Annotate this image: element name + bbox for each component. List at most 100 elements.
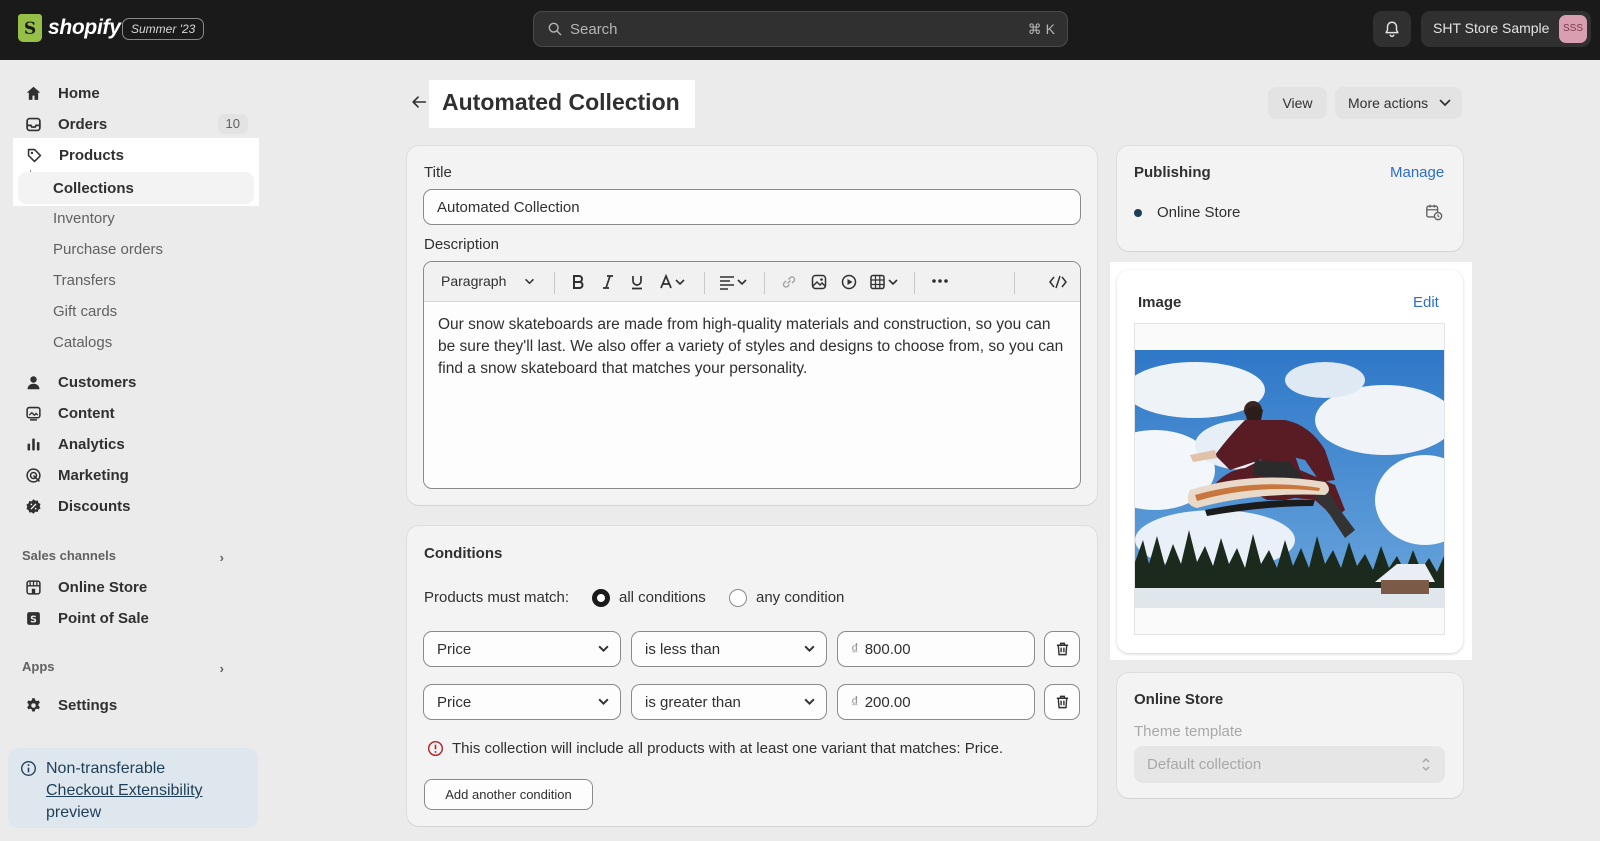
delete-condition-button[interactable] (1044, 684, 1080, 720)
avatar: SSS (1559, 15, 1587, 43)
trash-icon (1056, 642, 1068, 656)
sidebar-item-label: Marketing (58, 466, 129, 484)
trash-icon (1056, 695, 1068, 709)
more-options-icon[interactable] (931, 278, 949, 284)
search-bar[interactable]: Search ⌘ K (533, 11, 1068, 47)
add-condition-button[interactable]: Add another condition (424, 779, 593, 810)
sidebar-item-home[interactable]: Home (12, 78, 258, 108)
sidebar-item-label: Catalogs (53, 333, 113, 351)
edit-image-link[interactable]: Edit (1413, 294, 1439, 311)
sidebar-item-gift-cards[interactable]: Gift cards (12, 296, 258, 326)
alert-circle-icon (427, 740, 444, 757)
checkout-extensibility-link[interactable]: Checkout Extensibility (46, 782, 203, 799)
paragraph-format-dropdown[interactable]: Paragraph (441, 273, 541, 289)
search-shortcut: ⌘ K (1027, 21, 1055, 37)
store-switcher[interactable]: SHT Store Sample SSS (1421, 11, 1591, 47)
manage-link[interactable]: Manage (1390, 164, 1444, 181)
shopify-logo[interactable]: S shopify (18, 14, 121, 42)
sales-channels-heading[interactable]: Sales channels › (22, 548, 248, 565)
home-icon (24, 84, 42, 102)
description-text[interactable]: Our snow skateboards are made from high-… (438, 314, 1070, 380)
match-label: Products must match: (424, 589, 570, 606)
condition-value-input[interactable]: ₫ 800.00 (837, 631, 1035, 667)
currency-symbol: ₫ (851, 640, 859, 658)
chevron-down-icon (598, 698, 609, 706)
sidebar-item-products[interactable]: Products (13, 140, 259, 170)
condition-operator-select[interactable]: is greater than (631, 684, 827, 720)
tag-icon (25, 146, 43, 164)
description-editor[interactable]: Paragraph Our snow skateboards are made … (423, 261, 1081, 489)
gear-icon (24, 696, 42, 714)
section-heading-label: Sales channels (22, 548, 116, 563)
link-icon[interactable] (781, 274, 797, 290)
sidebar-item-collections[interactable]: Collections (18, 172, 254, 204)
shopping-bag-icon: S (18, 14, 42, 42)
image-insert-icon[interactable] (811, 274, 827, 290)
banner-text: Non-transferable (46, 760, 166, 777)
condition-value-input[interactable]: ₫ 200.00 (837, 684, 1035, 720)
title-label: Title (424, 164, 452, 181)
logo-text: shopify (48, 16, 121, 39)
select-arrows-icon (1422, 757, 1430, 772)
bar-chart-icon (24, 435, 42, 453)
chevron-down-icon (804, 645, 815, 653)
checkout-extensibility-banner: Non-transferable Checkout Extensibility … (8, 748, 258, 828)
image-title: Image (1138, 294, 1182, 311)
collection-image[interactable] (1135, 350, 1444, 608)
sidebar-item-inventory[interactable]: Inventory (12, 203, 258, 233)
underline-icon[interactable] (629, 274, 645, 290)
back-arrow-icon[interactable] (410, 93, 428, 111)
all-conditions-radio[interactable] (592, 589, 610, 607)
apps-heading[interactable]: Apps › (22, 659, 248, 676)
delete-condition-button[interactable] (1044, 631, 1080, 667)
code-view-icon[interactable] (1049, 274, 1067, 290)
section-heading-label: Apps (22, 659, 55, 674)
sidebar-item-analytics[interactable]: Analytics (12, 429, 258, 459)
editor-toolbar: Paragraph (424, 262, 1080, 302)
video-play-icon[interactable] (841, 274, 857, 290)
condition-field-select[interactable]: Price (423, 631, 621, 667)
sidebar-item-customers[interactable]: Customers (12, 367, 258, 397)
condition-operator-value: is greater than (645, 693, 741, 711)
sidebar-item-marketing[interactable]: Marketing (12, 460, 258, 490)
align-icon[interactable] (719, 274, 749, 290)
sidebar-item-label: Gift cards (53, 302, 118, 320)
more-actions-button[interactable]: More actions (1335, 87, 1462, 119)
theme-template-select[interactable]: Default collection (1134, 746, 1445, 783)
text-color-icon[interactable] (659, 274, 687, 290)
sidebar-item-catalogs[interactable]: Catalogs (12, 327, 258, 357)
title-input[interactable]: Automated Collection (423, 189, 1081, 225)
sidebar-item-label: Customers (58, 373, 137, 391)
theme-template-value: Default collection (1147, 756, 1262, 773)
sidebar-item-online-store[interactable]: Online Store (12, 572, 258, 602)
schedule-calendar-icon[interactable] (1425, 203, 1443, 221)
top-bar: S shopify Summer '23 Search ⌘ K SHT Stor… (0, 0, 1600, 60)
sidebar-item-point-of-sale[interactable]: S Point of Sale (12, 603, 258, 633)
view-button[interactable]: View (1268, 87, 1327, 119)
sidebar-item-settings[interactable]: Settings (12, 690, 258, 720)
notifications-button[interactable] (1373, 11, 1411, 47)
chevron-down-icon (804, 698, 815, 706)
sidebar-item-label: Point of Sale (58, 609, 149, 627)
sidebar-item-orders[interactable]: Orders 10 (12, 109, 258, 139)
chevron-right-icon: › (219, 550, 224, 565)
chevron-down-icon (525, 278, 534, 285)
more-actions-label: More actions (1348, 95, 1429, 111)
sidebar-item-purchase-orders[interactable]: Purchase orders (12, 234, 258, 264)
condition-value: 200.00 (864, 693, 911, 711)
italic-icon[interactable] (600, 274, 616, 290)
condition-field-select[interactable]: Price (423, 684, 621, 720)
publishing-title: Publishing (1134, 164, 1211, 181)
condition-operator-select[interactable]: is less than (631, 631, 827, 667)
table-icon[interactable] (870, 274, 900, 290)
title-input-value: Automated Collection (437, 198, 580, 216)
sidebar-item-discounts[interactable]: Discounts (12, 491, 258, 521)
any-condition-radio[interactable] (729, 589, 747, 607)
any-condition-label: any condition (756, 589, 845, 606)
bold-icon[interactable] (570, 274, 586, 290)
chevron-down-icon (1439, 99, 1451, 107)
sidebar-item-content[interactable]: Content (12, 398, 258, 428)
sidebar-item-transfers[interactable]: Transfers (12, 265, 258, 295)
description-label: Description (424, 236, 500, 253)
sidebar-item-label: Discounts (58, 497, 131, 515)
